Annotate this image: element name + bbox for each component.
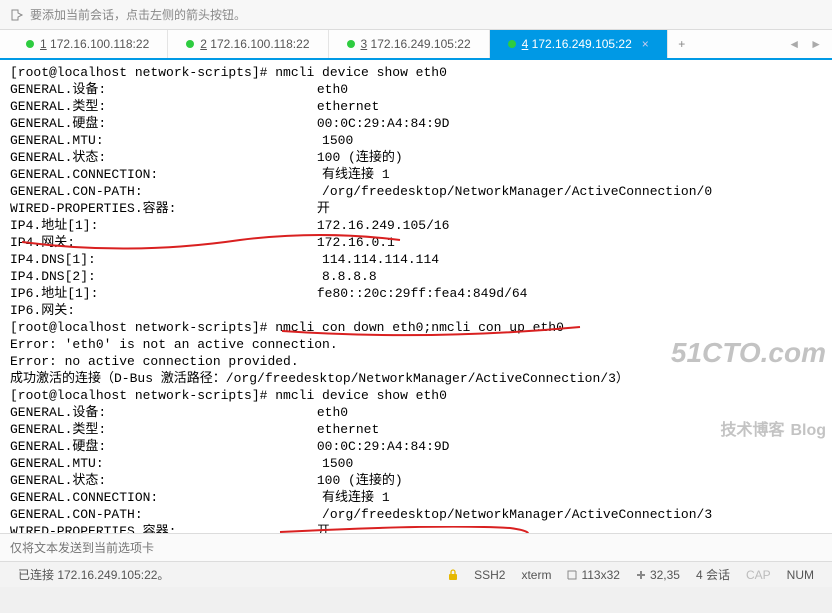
size-icon xyxy=(567,570,577,580)
terminal-line: Error: no active connection provided. xyxy=(10,353,822,370)
terminal-line: GENERAL.CON-PATH: /org/freedesktop/Netwo… xyxy=(10,183,822,200)
session-hint-bar: 要添加当前会话，点击左侧的箭头按钮。 xyxy=(0,0,832,30)
terminal-line: IP6.网关: xyxy=(10,302,822,319)
hint-text: 要添加当前会话，点击左侧的箭头按钮。 xyxy=(30,6,246,23)
terminal-output[interactable]: [root@localhost network-scripts]# nmcli … xyxy=(0,60,832,533)
status-caps: CAP xyxy=(738,568,779,582)
terminal-line: GENERAL.硬盘: 00:0C:29:A4:84:9D xyxy=(10,115,822,132)
tab-prev-icon[interactable]: ◄ xyxy=(788,37,800,51)
status-dot-icon xyxy=(508,40,516,48)
terminal-line: WIRED-PROPERTIES.容器: 开 xyxy=(10,523,822,533)
tab-2[interactable]: 2 172.16.100.118:22 xyxy=(168,30,328,58)
status-term: xterm xyxy=(513,568,559,582)
terminal-line: [root@localhost network-scripts]# nmcli … xyxy=(10,319,822,336)
terminal-line: IP4.DNS[1]: 114.114.114.114 xyxy=(10,251,822,268)
tab-num: 4 xyxy=(522,37,529,51)
terminal-line: GENERAL.设备: eth0 xyxy=(10,404,822,421)
status-ssh: SSH2 xyxy=(466,568,513,582)
tab-1[interactable]: 1 172.16.100.118:22 xyxy=(8,30,168,58)
terminal-line: GENERAL.MTU: 1500 xyxy=(10,455,822,472)
tab-bar: 1 172.16.100.118:22 2 172.16.100.118:22 … xyxy=(0,30,832,60)
terminal-line: GENERAL.状态: 100 (连接的) xyxy=(10,472,822,489)
terminal-line: GENERAL.CON-PATH: /org/freedesktop/Netwo… xyxy=(10,506,822,523)
status-bar: 已连接 172.16.249.105:22。 SSH2 xterm 113x32… xyxy=(0,561,832,587)
terminal-line: [root@localhost network-scripts]# nmcli … xyxy=(10,64,822,81)
tab-label: 172.16.249.105:22 xyxy=(371,37,471,51)
terminal-line: GENERAL.MTU: 1500 xyxy=(10,132,822,149)
status-dot-icon xyxy=(347,40,355,48)
tab-num: 3 xyxy=(361,37,368,51)
terminal-line: IP6.地址[1]: fe80::20c:29ff:fea4:849d/64 xyxy=(10,285,822,302)
tab-num: 2 xyxy=(200,37,207,51)
new-tab-button[interactable]: + xyxy=(668,30,696,58)
tab-num: 1 xyxy=(40,37,47,51)
terminal-line: GENERAL.CONNECTION: 有线连接 1 xyxy=(10,166,822,183)
tab-nav: ◄ ► xyxy=(788,30,832,58)
terminal-line: IP4.网关: 172.16.0.1 xyxy=(10,234,822,251)
status-size: 113x32 xyxy=(559,568,627,582)
status-dot-icon xyxy=(26,40,34,48)
close-icon[interactable]: × xyxy=(632,37,649,51)
status-num: NUM xyxy=(779,568,822,582)
tab-next-icon[interactable]: ► xyxy=(810,37,822,51)
tab-label: 172.16.100.118:22 xyxy=(50,37,149,51)
arrow-add-icon xyxy=(10,8,24,22)
terminal-line: GENERAL.硬盘: 00:0C:29:A4:84:9D xyxy=(10,438,822,455)
lock-icon xyxy=(440,569,466,581)
terminal-line: GENERAL.设备: eth0 xyxy=(10,81,822,98)
status-cursor-value: 32,35 xyxy=(650,568,680,582)
tab-label: 172.16.249.105:22 xyxy=(532,37,632,51)
status-dot-icon xyxy=(186,40,194,48)
status-sessions: 4 会话 xyxy=(688,566,738,583)
terminal-line: GENERAL.类型: ethernet xyxy=(10,98,822,115)
send-command-bar xyxy=(0,533,832,561)
terminal-line: [root@localhost network-scripts]# nmcli … xyxy=(10,387,822,404)
status-connection: 已连接 172.16.249.105:22。 xyxy=(10,566,440,583)
terminal-line: Error: 'eth0' is not an active connectio… xyxy=(10,336,822,353)
terminal-line: IP4.地址[1]: 172.16.249.105/16 xyxy=(10,217,822,234)
tab-4[interactable]: 4 172.16.249.105:22 × xyxy=(490,30,668,58)
tab-3[interactable]: 3 172.16.249.105:22 xyxy=(329,30,490,58)
terminal-line: GENERAL.类型: ethernet xyxy=(10,421,822,438)
status-cursor: 32,35 xyxy=(628,568,688,582)
terminal-line: IP4.DNS[2]: 8.8.8.8 xyxy=(10,268,822,285)
tab-label: 172.16.100.118:22 xyxy=(210,37,309,51)
terminal-line: GENERAL.状态: 100 (连接的) xyxy=(10,149,822,166)
terminal-line: GENERAL.CONNECTION: 有线连接 1 xyxy=(10,489,822,506)
status-size-value: 113x32 xyxy=(581,568,619,582)
cursor-pos-icon xyxy=(636,570,646,580)
send-command-input[interactable] xyxy=(10,541,330,555)
terminal-line: 成功激活的连接（D-Bus 激活路径：/org/freedesktop/Netw… xyxy=(10,370,822,387)
terminal-line: WIRED-PROPERTIES.容器: 开 xyxy=(10,200,822,217)
